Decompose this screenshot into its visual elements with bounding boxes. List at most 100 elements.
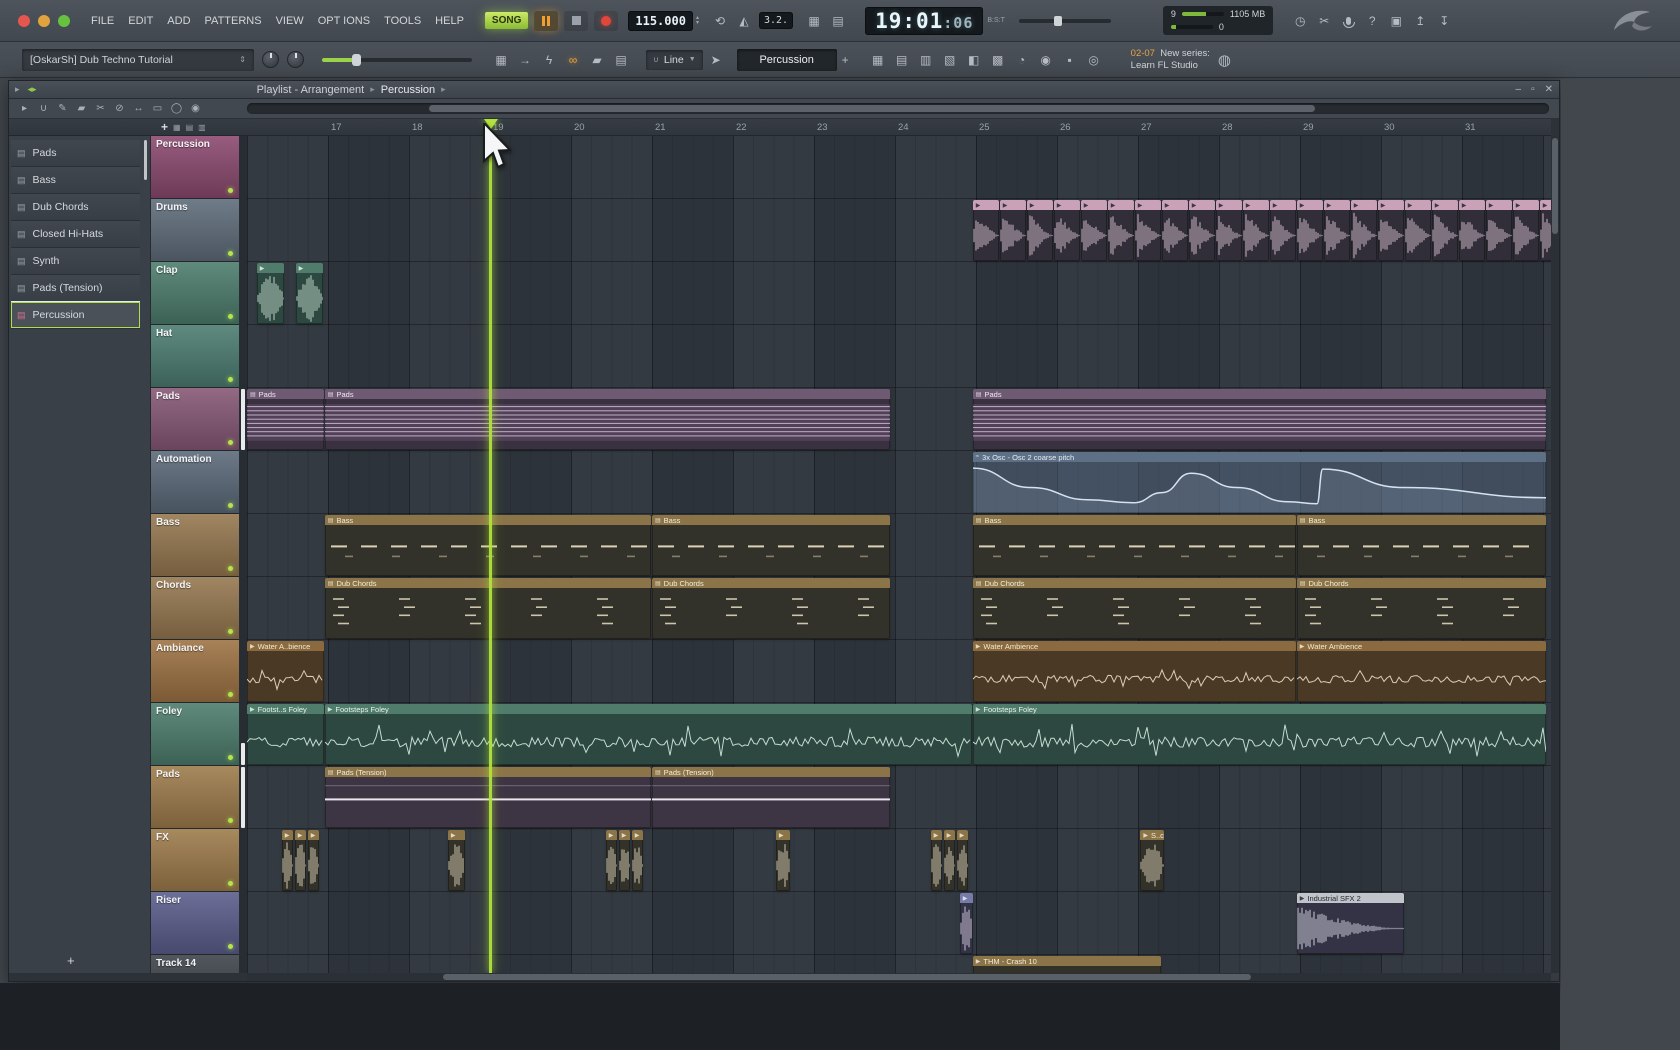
track-mute-led[interactable] xyxy=(228,692,233,697)
typing-keyboard-icon[interactable]: ▤ xyxy=(827,11,849,31)
menu-opt-ions[interactable]: OPT IONS xyxy=(311,15,377,27)
picker-add-button[interactable]: + xyxy=(67,953,75,968)
main-pitch-knob[interactable] xyxy=(287,51,304,68)
mic-icon[interactable] xyxy=(1337,11,1359,31)
menu-tool-icon[interactable]: ▸ xyxy=(15,101,34,117)
clip-audio[interactable]: ▶ xyxy=(1189,200,1215,261)
clip-audio[interactable]: ▶ xyxy=(1540,200,1551,261)
maximize-icon[interactable]: ▫ xyxy=(1531,84,1535,95)
clip-3x-osc-osc-2-coarse-pitch[interactable]: ≈3x Osc - Osc 2 coarse pitch xyxy=(973,452,1546,513)
clip-audio[interactable]: ▶ xyxy=(295,830,306,891)
more-icon[interactable]: ▪ xyxy=(1059,50,1081,70)
clip-audio[interactable]: ▶ xyxy=(1432,200,1458,261)
touch-icon[interactable]: ◉ xyxy=(1035,50,1057,70)
menu-edit[interactable]: EDIT xyxy=(121,15,160,27)
clip-audio[interactable]: ▶ xyxy=(296,263,323,324)
pause-button[interactable] xyxy=(534,11,558,31)
brush-icon[interactable]: ▰ xyxy=(586,50,608,70)
vertical-scrollbar[interactable] xyxy=(1551,136,1559,973)
track-header-chords[interactable]: Chords xyxy=(151,577,239,640)
link-icon[interactable]: ∞ xyxy=(562,50,584,70)
clip-bass[interactable]: ▤Bass xyxy=(1297,515,1546,576)
clip-audio[interactable]: ▶ xyxy=(1513,200,1539,261)
track-mute-led[interactable] xyxy=(228,503,233,508)
channel-rack-icon[interactable]: ▥ xyxy=(915,50,937,70)
add-pattern-button[interactable]: + xyxy=(842,53,849,67)
time-clock-icon[interactable]: ◷ xyxy=(1289,11,1311,31)
menu-patterns[interactable]: PATTERNS xyxy=(198,15,269,27)
tempo-nudge-icon[interactable]: ▴▾ xyxy=(696,16,699,26)
smart-find-icon[interactable]: ◎ xyxy=(1083,50,1105,70)
clip-audio[interactable]: ▶ xyxy=(1486,200,1512,261)
clip-audio[interactable]: ▶ xyxy=(1054,200,1080,261)
clip-audio[interactable]: ▶ xyxy=(973,200,999,261)
news-ticker[interactable]: 02-07 New series: Learn FL Studio xyxy=(1131,48,1210,72)
playlist-focus-icon[interactable]: ◂▸ xyxy=(28,84,37,95)
mute-tool-icon[interactable]: ⊘ xyxy=(110,101,129,117)
picker-item-closed-hi-hats[interactable]: ▤Closed Hi-Hats xyxy=(11,221,140,248)
clip-audio[interactable]: ▶ xyxy=(1378,200,1404,261)
clip-pads[interactable]: ▤Pads xyxy=(247,389,324,450)
playlist-icon[interactable]: ▦ xyxy=(867,50,889,70)
main-volume-knob[interactable] xyxy=(262,51,279,68)
menu-help[interactable]: HELP xyxy=(428,15,471,27)
export-up-icon[interactable]: ↥ xyxy=(1409,11,1431,31)
minimize-icon[interactable]: – xyxy=(1516,84,1522,95)
globe-icon[interactable]: ◍ xyxy=(1218,51,1231,69)
playlist-titlebar[interactable]: ▸ ◂▸ Playlist - Arrangement ▸ Percussion… xyxy=(9,81,1559,99)
add-track-button[interactable]: + xyxy=(161,120,168,134)
mixer-icon[interactable]: ▧ xyxy=(939,50,961,70)
track-header-ambiance[interactable]: Ambiance xyxy=(151,640,239,703)
track-header-pads[interactable]: Pads xyxy=(151,766,239,829)
clip-audio[interactable]: ▶ xyxy=(632,830,643,891)
project-title-menu-icon[interactable]: ⇕ xyxy=(239,55,246,64)
clip-audio[interactable]: ▶ xyxy=(257,263,284,324)
clip-audio[interactable]: ▶ xyxy=(931,830,942,891)
channel-view-icon[interactable]: ▤ xyxy=(186,123,194,132)
timeline-zoom-scrollbar[interactable] xyxy=(247,103,1549,114)
note-view-icon[interactable]: ▦ xyxy=(173,123,181,132)
clip-audio[interactable]: ▶ xyxy=(776,830,790,891)
clip-audio[interactable]: ▶ xyxy=(1270,200,1296,261)
clip-pads[interactable]: ▤Pads xyxy=(325,389,890,450)
clip-audio[interactable]: ▶ xyxy=(1297,200,1323,261)
clip-water-a-bience[interactable]: ▶Water A..bience xyxy=(247,641,324,702)
piano-roll-icon[interactable]: ▤ xyxy=(891,50,913,70)
track-header-fx[interactable]: FX xyxy=(151,829,239,892)
timeline-ruler[interactable]: 171819202122232425262728293031 xyxy=(247,119,1551,135)
clip-audio[interactable]: ▶ xyxy=(1135,200,1161,261)
track-mute-led[interactable] xyxy=(228,881,233,886)
stop-button[interactable] xyxy=(564,11,588,31)
project-title-box[interactable]: [OskarSh] Dub Techno Tutorial ⇕ xyxy=(22,49,254,71)
playlist-menu-icon[interactable]: ▸ xyxy=(15,84,20,95)
clip-audio[interactable]: ▶ xyxy=(1108,200,1134,261)
menu-view[interactable]: VIEW xyxy=(269,15,311,27)
zoom-tool-icon[interactable]: ◯ xyxy=(167,101,186,117)
playlist-grid[interactable]: ▶▶▶▶▶▶▶▶▶▶▶▶▶▶▶▶▶▶▶▶▶▶▶▶▤Pads▤Pads▤Pads≈… xyxy=(247,136,1551,973)
track-mute-led[interactable] xyxy=(228,314,233,319)
clip-audio[interactable]: ▶ xyxy=(308,830,319,891)
clip-audio[interactable]: ▶ xyxy=(606,830,617,891)
clip-footst-s-foley[interactable]: ▶Footst..s Foley xyxy=(247,704,324,765)
pattern-selector[interactable]: Percussion xyxy=(737,49,837,71)
clip-audio[interactable]: ▶ xyxy=(1405,200,1431,261)
clip-dub-chords[interactable]: ▤Dub Chords xyxy=(325,578,651,639)
picker-item-percussion[interactable]: ▤Percussion xyxy=(11,302,140,329)
pattern-view-icon[interactable]: ▥ xyxy=(198,123,206,132)
cut-tools-icon[interactable]: ✂ xyxy=(1313,11,1335,31)
shuffle-slider[interactable] xyxy=(322,58,472,62)
record-button[interactable] xyxy=(594,11,618,31)
clip-dub-chords[interactable]: ▤Dub Chords xyxy=(973,578,1296,639)
clip-audio[interactable]: ▶ xyxy=(1351,200,1377,261)
track-mute-led[interactable] xyxy=(228,818,233,823)
playhead-line[interactable] xyxy=(489,136,492,973)
picker-item-pads[interactable]: ▤Pads xyxy=(11,140,140,167)
clip-pads-tension[interactable]: ▤Pads (Tension) xyxy=(652,767,890,828)
typing-icon[interactable]: ▤ xyxy=(610,50,632,70)
brush-tool-icon[interactable]: ▰ xyxy=(72,101,91,117)
pattern-prev-icon[interactable]: ➤ xyxy=(705,50,727,70)
track-header-drums[interactable]: Drums xyxy=(151,199,239,262)
track-mute-led[interactable] xyxy=(228,629,233,634)
picker-item-pads-tension[interactable]: ▤Pads (Tension) xyxy=(11,275,140,302)
magnet-tool-icon[interactable]: ∪ xyxy=(34,101,53,117)
